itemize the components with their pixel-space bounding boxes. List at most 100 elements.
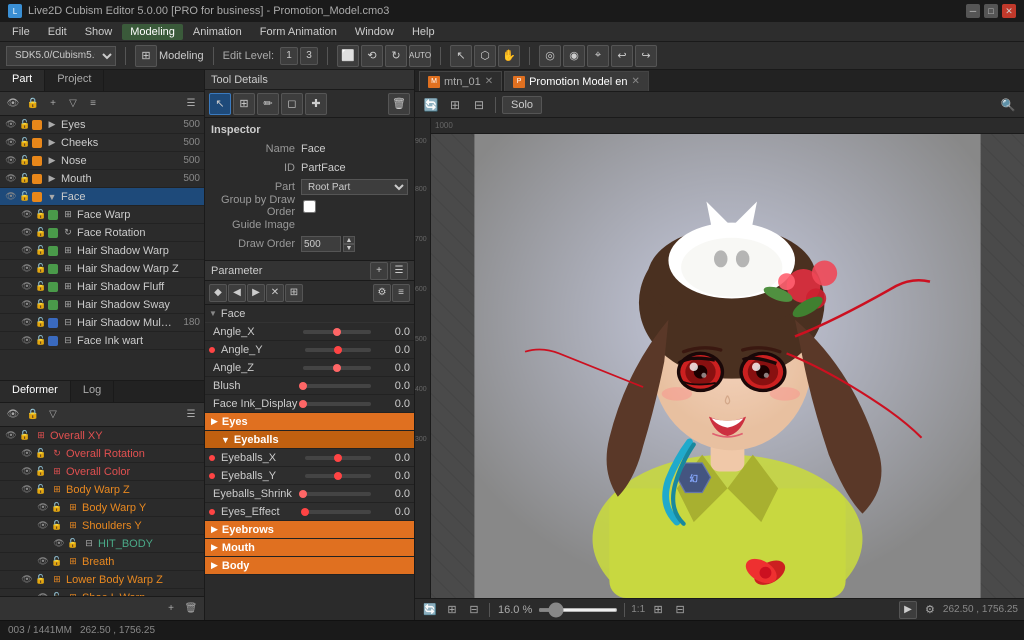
lock-finkwarp[interactable]: 🔓 bbox=[34, 334, 48, 348]
di-vis-7[interactable]: 👁 bbox=[36, 555, 50, 569]
vis-finkwarp[interactable]: 👁 bbox=[20, 334, 34, 348]
param-key-btn[interactable]: ◆ bbox=[209, 284, 227, 302]
param-slider-angle-x[interactable] bbox=[303, 328, 371, 336]
deformer-overall-color[interactable]: 👁 🔓 ⊞ Overall Color bbox=[0, 463, 204, 481]
draw-order-down[interactable]: ▼ bbox=[343, 244, 355, 252]
bl-delete-btn[interactable]: 🗑 bbox=[182, 600, 200, 618]
di-vis-4[interactable]: 👁 bbox=[36, 501, 50, 515]
lock-nose[interactable]: 🔓 bbox=[18, 154, 32, 168]
part-item-face[interactable]: 👁 🔓 ▼ Face bbox=[0, 188, 204, 206]
tool-select-btn[interactable]: ⬜ bbox=[337, 45, 359, 67]
param-slider-face-ink[interactable] bbox=[303, 400, 371, 408]
part-item-face-ink-warp[interactable]: 👁 🔓 ⊟ Face Ink wart bbox=[0, 332, 204, 350]
menu-help[interactable]: Help bbox=[404, 24, 443, 40]
param-thumb-angle-y[interactable] bbox=[334, 346, 342, 354]
tool-cursor[interactable]: ↖ bbox=[209, 93, 231, 115]
part-item-face-rotation[interactable]: 👁 🔓 ↻ Face Rotation bbox=[0, 224, 204, 242]
vis-face-warp[interactable]: 👁 bbox=[20, 208, 34, 222]
param-prev-btn[interactable]: ◀ bbox=[228, 284, 246, 302]
tab-deformer[interactable]: Deformer bbox=[0, 381, 71, 402]
part-lock-btn[interactable]: 🔒 bbox=[24, 95, 42, 113]
param-group-body[interactable]: ▶ Body bbox=[205, 557, 414, 575]
param-thumb-eyeballs-x[interactable] bbox=[334, 454, 342, 462]
part-item-eyes[interactable]: 👁 🔓 ▶ Eyes 500 bbox=[0, 116, 204, 134]
hand-btn[interactable]: ✋ bbox=[498, 45, 520, 67]
param-grid-btn[interactable]: ⊞ bbox=[285, 284, 303, 302]
di-lock-3[interactable]: 🔓 bbox=[34, 483, 48, 497]
part-item-mouth[interactable]: 👁 🔓 ▶ Mouth 500 bbox=[0, 170, 204, 188]
tab-part[interactable]: Part bbox=[0, 70, 45, 91]
minimize-button[interactable]: ─ bbox=[966, 4, 980, 18]
lock-hswarp[interactable]: 🔓 bbox=[34, 244, 48, 258]
tool-rotate-btn[interactable]: ↻ bbox=[385, 45, 407, 67]
param-group-eyebrows[interactable]: ▶ Eyebrows bbox=[205, 521, 414, 539]
vis-hswarp[interactable]: 👁 bbox=[20, 244, 34, 258]
vis-nose[interactable]: 👁 bbox=[4, 154, 18, 168]
deformer-breath[interactable]: 👁 🔓 ⊞ Breath bbox=[0, 553, 204, 571]
edit-level-1-btn[interactable]: 1 bbox=[280, 47, 298, 65]
param-next-btn[interactable]: ▶ bbox=[247, 284, 265, 302]
tool-auto-btn[interactable]: AUTO bbox=[409, 45, 431, 67]
part-visibility-btn[interactable]: 👁 bbox=[4, 95, 22, 113]
lock-hsfluff[interactable]: 🔓 bbox=[34, 280, 48, 294]
edit-level-3-btn[interactable]: 3 bbox=[300, 47, 318, 65]
bl-add-btn[interactable]: + bbox=[162, 600, 180, 618]
di-vis-1[interactable]: 👁 bbox=[20, 447, 34, 461]
canvas-tab-close-mtn01[interactable]: ✕ bbox=[485, 76, 493, 87]
param-thumb-eyes-effect[interactable] bbox=[301, 508, 309, 516]
deformer-hit-body[interactable]: 👁 🔓 ⊟ HIT_BODY bbox=[0, 535, 204, 553]
view-btn4[interactable]: ↩ bbox=[611, 45, 633, 67]
menu-file[interactable]: File bbox=[4, 24, 38, 40]
di-lock-6[interactable]: 🔓 bbox=[66, 537, 80, 551]
cf-settings-btn[interactable]: ⚙ bbox=[921, 601, 939, 619]
sdk-version-select[interactable]: SDK5.0/Cubism5.0 bbox=[6, 46, 116, 66]
di-vis-6[interactable]: 👁 bbox=[52, 537, 66, 551]
part-item-nose[interactable]: 👁 🔓 ▶ Nose 500 bbox=[0, 152, 204, 170]
param-thumb-face-ink[interactable] bbox=[299, 400, 307, 408]
lock-face[interactable]: 🔓 bbox=[18, 190, 32, 204]
param-add-btn[interactable]: + bbox=[370, 262, 388, 280]
view-btn3[interactable]: ⌖ bbox=[587, 45, 609, 67]
tool-move[interactable]: ✚ bbox=[305, 93, 327, 115]
part-item-face-warp[interactable]: 👁 🔓 ⊞ Face Warp bbox=[0, 206, 204, 224]
param-group-eyes[interactable]: ▶ Eyes bbox=[205, 413, 414, 431]
di-vis-5[interactable]: 👁 bbox=[36, 519, 50, 533]
mode-icon[interactable]: ⊞ bbox=[135, 45, 157, 67]
part-item-cheeks[interactable]: 👁 🔓 ▶ Cheeks 500 bbox=[0, 134, 204, 152]
param-settings-btn[interactable]: ⚙ bbox=[373, 284, 391, 302]
vis-hssway[interactable]: 👁 bbox=[20, 298, 34, 312]
deformer-lower-body-warp-z[interactable]: 👁 🔓 ⊞ Lower Body Warp Z bbox=[0, 571, 204, 589]
canvas-tab-close-promo[interactable]: ✕ bbox=[632, 76, 640, 87]
window-controls[interactable]: ─ □ ✕ bbox=[966, 4, 1016, 18]
deformer-shoe-l-warp[interactable]: 👁 🔓 ⊞ Shoe L Warp bbox=[0, 589, 204, 596]
menu-modeling[interactable]: Modeling bbox=[122, 24, 183, 40]
lock-hsmultiply[interactable]: 🔓 bbox=[34, 316, 48, 330]
solo-button[interactable]: Solo bbox=[502, 96, 542, 114]
cf-btn-4[interactable]: ⊞ bbox=[649, 601, 667, 619]
di-lock-2[interactable]: 🔓 bbox=[34, 465, 48, 479]
tool-transform-btn[interactable]: ⟲ bbox=[361, 45, 383, 67]
param-thumb-angle-z[interactable] bbox=[333, 364, 341, 372]
cf-btn-2[interactable]: ⊞ bbox=[443, 601, 461, 619]
part-filter-btn[interactable]: ▽ bbox=[64, 95, 82, 113]
canvas-tab-promo[interactable]: P Promotion Model en ✕ bbox=[504, 71, 649, 91]
view-btn1[interactable]: ◎ bbox=[539, 45, 561, 67]
vis-face[interactable]: 👁 bbox=[4, 190, 18, 204]
menu-show[interactable]: Show bbox=[77, 24, 121, 40]
lock-eyes[interactable]: 🔓 bbox=[18, 118, 32, 132]
menu-form-animation[interactable]: Form Animation bbox=[252, 24, 345, 40]
cf-btn-5[interactable]: ⊟ bbox=[671, 601, 689, 619]
param-slider-eyeballs-y[interactable] bbox=[305, 472, 371, 480]
cursor-btn[interactable]: ↖ bbox=[450, 45, 472, 67]
canvas-btn-1[interactable]: 🔄 bbox=[421, 95, 441, 115]
di-lock-1[interactable]: 🔓 bbox=[34, 447, 48, 461]
param-slider-angle-y[interactable] bbox=[305, 346, 371, 354]
deformer-filter-btn[interactable]: ▽ bbox=[44, 406, 62, 424]
part-item-hair-shadow-multiply[interactable]: 👁 🔓 ⊟ Hair Shadow Multiply 180 bbox=[0, 314, 204, 332]
part-menu-btn[interactable]: ☰ bbox=[182, 95, 200, 113]
menu-window[interactable]: Window bbox=[347, 24, 402, 40]
part-item-hair-shadow-fluff[interactable]: 👁 🔓 ⊞ Hair Shadow Fluff bbox=[0, 278, 204, 296]
vis-cheeks[interactable]: 👁 bbox=[4, 136, 18, 150]
close-button[interactable]: ✕ bbox=[1002, 4, 1016, 18]
lock-cheeks[interactable]: 🔓 bbox=[18, 136, 32, 150]
